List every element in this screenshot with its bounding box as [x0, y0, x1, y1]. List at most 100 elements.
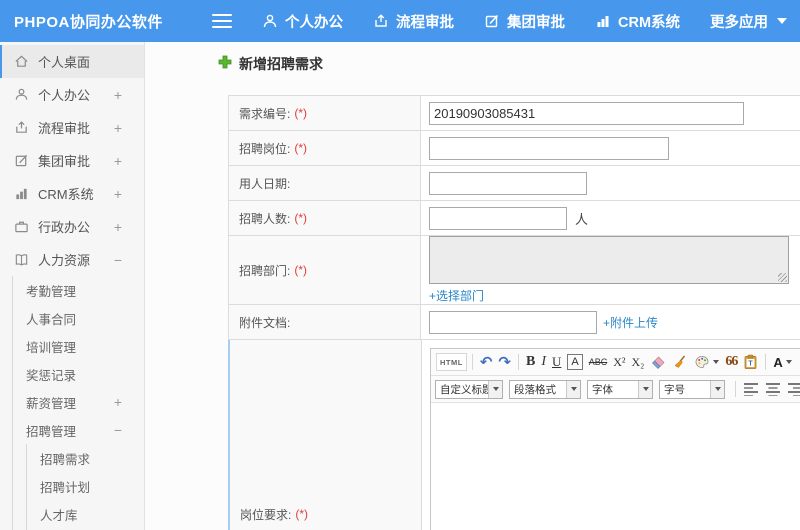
eraser-icon[interactable] — [648, 352, 668, 372]
sidebar-item-workflow-approval[interactable]: 流程审批 + — [0, 111, 144, 144]
sidebar-item-crm-system[interactable]: CRM系统 + — [0, 177, 144, 210]
form-row-headcount: 招聘人数: (*) 人 — [229, 201, 800, 236]
caret-down-icon — [713, 360, 720, 364]
sidebar-subitem-recruit-demand[interactable]: 招聘需求 — [0, 444, 144, 472]
sidebar: 个人桌面 个人办公 + 流程审批 + 集团审批 + CRM系统 + 行政办公 +… — [0, 42, 145, 530]
menu-toggle-icon[interactable] — [212, 14, 232, 28]
topnav-crm-system[interactable]: CRM系统 — [595, 11, 680, 32]
attachment-upload-link[interactable]: +附件上传 — [603, 314, 658, 331]
topnav-group-approval[interactable]: 集团审批 — [484, 11, 565, 32]
required-mark: (*) — [294, 263, 308, 277]
font-family-select[interactable]: 字体 — [587, 379, 653, 399]
expand-toggle[interactable]: + — [114, 394, 122, 410]
expand-toggle[interactable]: + — [114, 219, 122, 235]
form-row-attachment: 附件文档: +附件上传 — [229, 305, 800, 340]
book-icon — [13, 252, 30, 267]
edit-icon — [13, 153, 30, 168]
editor-content-area[interactable] — [431, 403, 800, 530]
paste-clipboard-icon[interactable]: T — [741, 352, 760, 372]
font-color-button[interactable]: A — [771, 352, 793, 372]
field-label: 需求编号: — [239, 106, 291, 121]
font-border-button[interactable]: A — [567, 354, 583, 370]
expand-toggle[interactable]: + — [114, 120, 122, 136]
expand-toggle[interactable]: + — [114, 87, 122, 103]
department-textarea[interactable] — [429, 236, 789, 284]
caret-down-icon — [710, 380, 724, 398]
collapse-toggle[interactable]: − — [114, 422, 122, 438]
sidebar-subitem-salary[interactable]: 薪资管理 + — [0, 388, 144, 416]
underline-button[interactable]: U — [550, 352, 563, 372]
blockquote-button[interactable]: 66 — [723, 352, 739, 372]
add-plus-icon — [218, 55, 232, 74]
app-window: PHPOA协同办公软件 个人办公 流程审批 集团审批 CRM系统 更多应用 个人… — [0, 0, 800, 530]
field-label: 招聘岗位: — [239, 141, 291, 156]
form-row-position: 招聘岗位: (*) — [229, 131, 800, 166]
align-right-icon[interactable] — [787, 382, 800, 396]
sidebar-item-group-approval[interactable]: 集团审批 + — [0, 144, 144, 177]
redo-icon[interactable]: ↷ — [496, 352, 513, 372]
strikethrough-button[interactable]: ABC — [587, 352, 610, 372]
sidebar-item-personal-desktop[interactable]: 个人桌面 — [0, 45, 144, 78]
sidebar-subitem-talent-pool[interactable]: 人才库 — [0, 500, 144, 528]
sidebar-item-personal-office[interactable]: 个人办公 + — [0, 78, 144, 111]
position-input[interactable] — [429, 136, 669, 160]
superscript-button[interactable]: X² — [611, 352, 627, 372]
sidebar-subitem-attendance[interactable]: 考勤管理 — [0, 276, 144, 304]
resize-handle[interactable] — [778, 273, 787, 282]
topnav-workflow-approval[interactable]: 流程审批 — [373, 11, 454, 32]
caret-down-icon — [785, 360, 792, 364]
format-clean-broom-icon[interactable] — [670, 352, 690, 372]
italic-button[interactable]: I — [539, 352, 548, 372]
sidebar-item-admin-office[interactable]: 行政办公 + — [0, 210, 144, 243]
sidebar-subitem-training[interactable]: 培训管理 — [0, 332, 144, 360]
font-size-select[interactable]: 字号 — [659, 379, 725, 399]
rich-text-editor: HTML ↶ ↷ B I U A ABC X² X₂ 66 T A 自定义标题 … — [430, 348, 800, 530]
expand-toggle[interactable]: + — [114, 186, 122, 202]
edit-icon — [484, 13, 500, 29]
workflow-icon — [13, 120, 30, 135]
field-label: 招聘部门: — [239, 263, 291, 278]
attachment-input[interactable] — [429, 310, 597, 334]
sidebar-item-label: 行政办公 — [38, 220, 91, 235]
bar-chart-icon — [13, 186, 30, 201]
expand-toggle[interactable]: + — [114, 153, 122, 169]
html-source-button[interactable]: HTML — [436, 353, 467, 371]
briefcase-icon — [13, 219, 30, 234]
app-logo-title: PHPOA协同办公软件 — [14, 13, 163, 31]
custom-title-select[interactable]: 自定义标题 — [435, 379, 503, 399]
editor-toolbar-row1: HTML ↶ ↷ B I U A ABC X² X₂ 66 T A — [431, 349, 800, 376]
required-mark: (*) — [294, 141, 308, 155]
paragraph-format-select[interactable]: 段落格式 — [509, 379, 581, 399]
workflow-icon — [373, 13, 389, 29]
headcount-unit: 人 — [575, 211, 589, 227]
collapse-toggle[interactable]: − — [114, 252, 122, 268]
sidebar-item-label: 人力资源 — [38, 253, 91, 268]
subscript-button[interactable]: X₂ — [630, 352, 647, 372]
recruit-demand-form: 需求编号: (*) 招聘岗位: (*) 用人 — [228, 95, 800, 530]
bold-button[interactable]: B — [524, 352, 537, 372]
headcount-input[interactable] — [429, 206, 567, 230]
hire-date-input[interactable] — [429, 171, 587, 195]
req-no-input[interactable] — [429, 101, 744, 125]
highlight-color-button[interactable]: a — [796, 354, 800, 370]
bar-chart-icon — [595, 13, 611, 29]
color-palette-icon[interactable] — [692, 352, 721, 372]
caret-down-icon — [488, 380, 502, 398]
sidebar-subitem-recruitment[interactable]: 招聘管理 − — [0, 416, 144, 444]
form-row-req-no: 需求编号: (*) — [229, 96, 800, 131]
sidebar-item-label: 个人桌面 — [38, 55, 91, 70]
sidebar-subitem-rewards[interactable]: 奖惩记录 — [0, 360, 144, 388]
sidebar-item-label: 集团审批 — [38, 154, 91, 169]
align-left-icon[interactable] — [743, 382, 759, 396]
topnav-more-apps[interactable]: 更多应用 — [710, 11, 788, 32]
top-navbar: PHPOA协同办公软件 个人办公 流程审批 集团审批 CRM系统 更多应用 — [0, 0, 800, 42]
undo-icon[interactable]: ↶ — [478, 352, 495, 372]
sidebar-item-label: CRM系统 — [38, 187, 94, 202]
topnav-personal-office[interactable]: 个人办公 — [262, 11, 343, 32]
sidebar-subitem-recruit-plan[interactable]: 招聘计划 — [0, 472, 144, 500]
sidebar-item-human-resources[interactable]: 人力资源 − — [0, 243, 144, 276]
field-label: 招聘人数: — [239, 211, 291, 226]
sidebar-subitem-hr-contract[interactable]: 人事合同 — [0, 304, 144, 332]
align-center-icon[interactable] — [765, 382, 781, 396]
select-department-link[interactable]: +选择部门 — [429, 287, 484, 304]
